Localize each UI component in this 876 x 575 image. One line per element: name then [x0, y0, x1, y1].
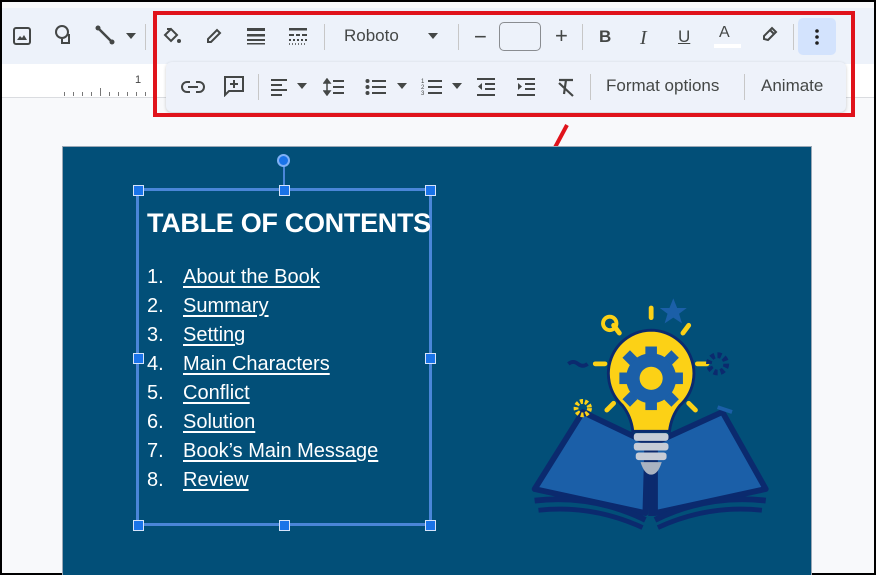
toc-number: 2.	[147, 295, 164, 317]
toc-item: 4. Main Characters	[147, 350, 378, 379]
toc-title: TABLE OF CONTENTS	[147, 208, 431, 238]
toc-link[interactable]: About the Book	[183, 266, 320, 289]
toc-number: 4.	[147, 353, 164, 375]
toc-number: 8.	[147, 469, 164, 491]
shape-icon[interactable]	[52, 22, 78, 48]
toc-number: 5.	[147, 382, 164, 404]
resize-handle-bottom-right[interactable]	[425, 520, 436, 531]
toc-list: 1. About the Book 2. Summary 3. Setting 4. M…	[147, 263, 378, 495]
toc-link[interactable]: Conflict	[183, 382, 250, 405]
separator	[145, 24, 146, 50]
line-icon[interactable]	[92, 22, 118, 48]
toc-item: 3. Setting	[147, 321, 378, 350]
toc-link[interactable]: Review	[183, 469, 249, 492]
resize-handle-bottom[interactable]	[279, 520, 290, 531]
toc-link[interactable]: Solution	[183, 411, 255, 434]
resize-handle-left[interactable]	[133, 353, 144, 364]
toc-item: 5. Conflict	[147, 379, 378, 408]
annotation-highlight-box	[153, 11, 855, 117]
toc-link[interactable]: Setting	[183, 324, 245, 347]
toc-number: 6.	[147, 411, 164, 433]
line-dropdown-icon[interactable]	[124, 30, 138, 42]
toc-link[interactable]: Book’s Main Message	[183, 440, 378, 463]
toc-item: 8. Review	[147, 466, 378, 495]
insert-image-icon[interactable]	[10, 24, 34, 48]
toc-number: 3.	[147, 324, 164, 346]
toc-item: 7. Book’s Main Message	[147, 437, 378, 466]
toc-link[interactable]: Summary	[183, 295, 269, 318]
resize-handle-top-right[interactable]	[425, 185, 436, 196]
resize-handle-top-left[interactable]	[133, 185, 144, 196]
rotation-handle[interactable]	[277, 154, 290, 167]
toc-link[interactable]: Main Characters	[183, 353, 330, 376]
ruler-label: 1	[135, 74, 142, 86]
toc-number: 7.	[147, 440, 164, 462]
ruler-ticks	[64, 88, 154, 96]
resize-handle-top[interactable]	[279, 185, 290, 196]
toc-item: 2. Summary	[147, 292, 378, 321]
resize-handle-bottom-left[interactable]	[133, 520, 144, 531]
toc-item: 1. About the Book	[147, 263, 378, 292]
toc-item: 6. Solution	[147, 408, 378, 437]
toc-number: 1.	[147, 266, 164, 288]
resize-handle-right[interactable]	[425, 353, 436, 364]
lightbulb-book-illustration	[531, 298, 769, 530]
